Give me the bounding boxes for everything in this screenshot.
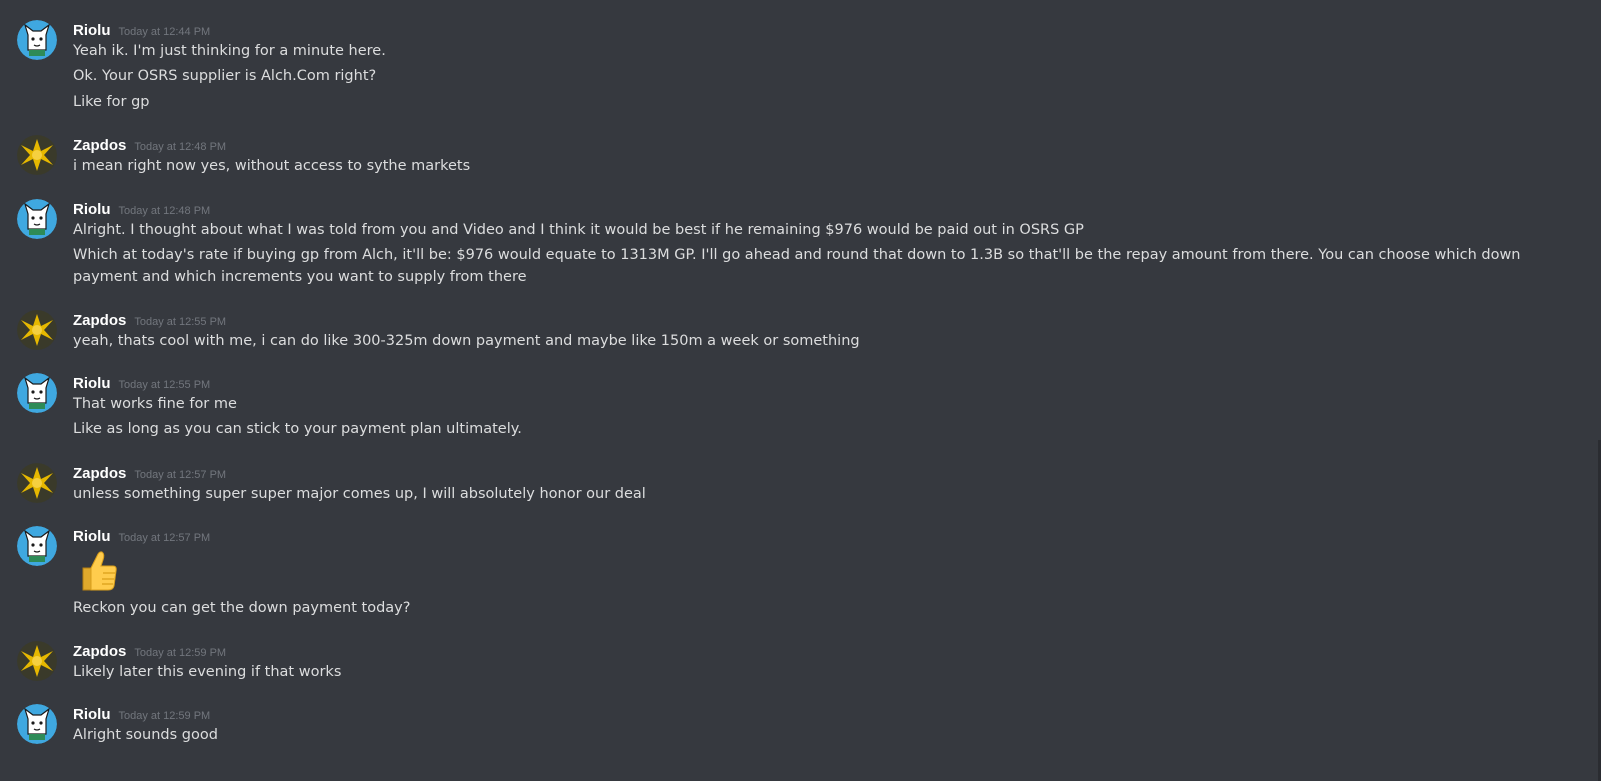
username[interactable]: Zapdos (73, 465, 126, 482)
riolu-avatar[interactable] (17, 20, 57, 60)
timestamp: Today at 12:59 PM (118, 710, 211, 722)
message-text: Yeah ik. I'm just thinking for a minute … (73, 43, 386, 59)
timestamp: Today at 12:48 PM (118, 205, 211, 217)
message-text: Likely later this evening if that works (73, 664, 342, 680)
username[interactable]: Zapdos (73, 312, 126, 329)
message-header: Riolu Today at 12:55 PM (73, 373, 210, 393)
timestamp: Today at 12:59 PM (134, 647, 227, 659)
message-header: Riolu Today at 12:44 PM (73, 20, 210, 40)
message-text: i mean right now yes, without access to … (73, 158, 471, 174)
username[interactable]: Riolu (73, 22, 111, 39)
username[interactable]: Riolu (73, 375, 111, 392)
chat-messages: Riolu Today at 12:44 PM Yeah ik. I'm just… (0, 0, 1601, 781)
riolu-avatar[interactable] (17, 373, 57, 413)
message-text: unless something super super major comes… (73, 486, 646, 502)
username[interactable]: Riolu (73, 528, 111, 545)
zapdos-avatar[interactable] (17, 641, 57, 681)
message-text: That works fine for me (73, 396, 237, 412)
timestamp: Today at 12:55 PM (118, 379, 211, 391)
message-header: Riolu Today at 12:48 PM (73, 199, 210, 219)
message-text: Alright. I thought about what I was told… (73, 222, 1084, 238)
message-text: Like for gp (73, 94, 150, 110)
message-text: Reckon you can get the down payment toda… (73, 600, 411, 616)
message-header: Riolu Today at 12:59 PM (73, 704, 210, 724)
riolu-avatar[interactable] (17, 704, 57, 744)
message-header: Zapdos Today at 12:59 PM (73, 641, 226, 661)
zapdos-avatar[interactable] (17, 135, 57, 175)
zapdos-avatar[interactable] (17, 463, 57, 503)
message-text: Ok. Your OSRS supplier is Alch.Com right… (73, 68, 377, 84)
timestamp: Today at 12:57 PM (134, 469, 227, 481)
riolu-avatar[interactable] (17, 526, 57, 566)
timestamp: Today at 12:55 PM (134, 316, 227, 328)
username[interactable]: Zapdos (73, 137, 126, 154)
riolu-avatar[interactable] (17, 199, 57, 239)
message-text: Alright sounds good (73, 727, 218, 743)
message-header: Zapdos Today at 12:48 PM (73, 135, 226, 155)
message-header: Zapdos Today at 12:57 PM (73, 463, 226, 483)
username[interactable]: Riolu (73, 706, 111, 723)
username[interactable]: Riolu (73, 201, 111, 218)
message-text: yeah, thats cool with me, i can do like … (73, 333, 860, 349)
timestamp: Today at 12:57 PM (118, 532, 211, 544)
message-text: Like as long as you can stick to your pa… (73, 421, 522, 437)
username[interactable]: Zapdos (73, 643, 126, 660)
timestamp: Today at 12:48 PM (134, 141, 227, 153)
message-header: Zapdos Today at 12:55 PM (73, 310, 226, 330)
message-header: Riolu Today at 12:57 PM (73, 526, 210, 546)
zapdos-avatar[interactable] (17, 310, 57, 350)
message-text: Which at today's rate if buying gp from … (73, 247, 1521, 285)
thumbs-up-emoji[interactable] (73, 546, 121, 594)
timestamp: Today at 12:44 PM (118, 26, 211, 38)
